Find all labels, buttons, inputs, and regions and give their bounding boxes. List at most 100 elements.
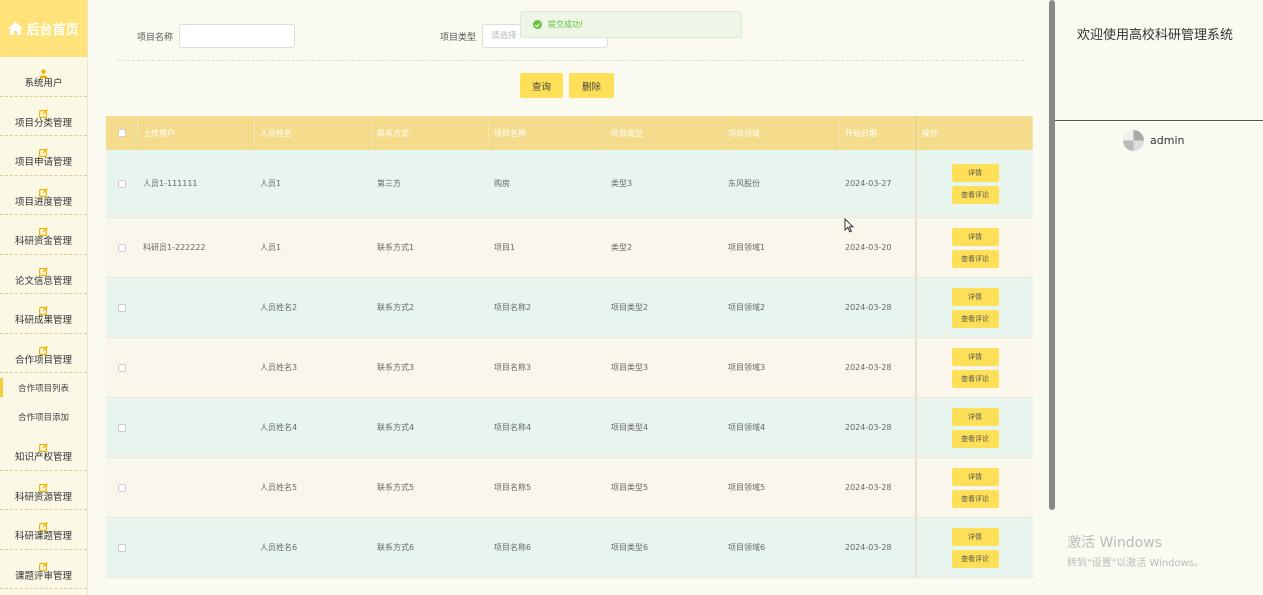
cell-upload-user: 科研员1-222222 [143,243,206,252]
header-project-field: 项目领域 [723,116,840,150]
view-comments-button[interactable]: 查看评论 [951,249,999,268]
row-checkbox[interactable] [118,179,126,188]
select-all-checkbox[interactable] [117,129,126,137]
cell-project-field: 项目领域2 [728,303,766,312]
cell-project-field: 项目领域5 [728,483,766,492]
row-select-cell [106,218,138,277]
row-actions: 详情 查看评论 [915,150,1033,217]
row-checkbox[interactable] [118,483,126,492]
sidebar-item[interactable]: 合作项目管理 [0,334,87,373]
user-info[interactable]: admin [1123,130,1184,151]
row-select-cell [106,150,138,217]
header-person-name: 人员姓名 [255,116,372,150]
sidebar-item[interactable]: 项目申请管理 [0,136,87,176]
sidebar-item[interactable]: 课题评审管理 [0,550,87,589]
view-comments-button[interactable]: 查看评论 [951,489,999,508]
edit-icon [39,300,48,316]
row-actions: 详情 查看评论 [915,518,1033,577]
cell-project-type: 项目类型2 [611,303,649,312]
cell-project-type: 类型3 [611,179,633,188]
row-checkbox[interactable] [118,423,126,432]
sidebar-item[interactable]: 科研课题管理 [0,510,87,550]
edit-icon [39,182,48,197]
edit-icon [39,340,48,355]
row-checkbox[interactable] [118,303,126,312]
cell-start-date: 2024-03-28 [845,363,892,372]
select-all-cell [106,116,138,150]
cell-project-field: 项目领域3 [728,363,766,372]
row-checkbox[interactable] [118,243,126,252]
sidebar-subitem[interactable]: 合作项目列表 [0,373,87,402]
row-checkbox[interactable] [118,543,126,552]
view-comments-button[interactable]: 查看评论 [951,549,999,568]
detail-button[interactable]: 详情 [951,287,999,306]
cell-start-date: 2024-03-28 [845,483,892,492]
delete-button[interactable]: 删除 [569,73,614,98]
sidebar-item[interactable]: 知识产权管理 [0,431,87,471]
detail-button[interactable]: 详情 [951,347,999,366]
project-name-input[interactable] [179,24,295,48]
success-icon [533,20,542,29]
cell-contact: 联系方式6 [377,543,415,552]
sidebar-item[interactable]: 论文信息管理 [0,255,87,294]
view-comments-button[interactable]: 查看评论 [951,185,999,204]
cell-contact: 第三方 [377,179,401,188]
sidebar-item[interactable]: 科研成果管理 [0,294,87,334]
sidebar-item[interactable]: 科研资金管理 [0,215,87,255]
cell-project-field: 东风股份 [728,179,760,188]
detail-button[interactable]: 详情 [951,407,999,426]
row-select-cell [106,398,138,457]
view-comments-button[interactable]: 查看评论 [951,309,999,328]
cell-contact: 联系方式2 [377,303,415,312]
cell-project-type: 类型2 [611,243,633,252]
sidebar-item[interactable]: 项目分类管理 [0,97,87,136]
cell-person-name: 人员姓名4 [260,423,298,432]
table-row: 科研员1-222222 人员1 联系方式1 项目1 类型2 项目领域1 2024-03-20… [106,218,1033,278]
sidebar-item-label: 课题评审管理 [14,570,72,582]
toast-text: 提交成功! [548,20,584,29]
header-upload-user: 上传用户 [138,116,255,150]
detail-button[interactable]: 详情 [951,163,999,182]
row-checkbox[interactable] [118,363,126,372]
sidebar-item-label: 论文信息管理 [14,275,72,287]
table-row: 人员姓名4 联系方式4 项目名称4 项目类型4 项目领域4 2024-03-28 详情 查看评… [106,398,1033,458]
right-panel: 欢迎使用高校科研管理系统 admin 激活 Windows 转到"设置"以激活 … [1055,0,1263,595]
sidebar-item-label: 合作项目管理 [14,354,72,366]
sidebar-item-label: 科研资源管理 [14,491,72,503]
row-actions: 详情 查看评论 [915,338,1033,397]
home-link[interactable]: 后台首页 [0,0,87,57]
welcome-text: 欢迎使用高校科研管理系统 [1077,28,1234,43]
sidebar-item[interactable]: 项目进度管理 [0,176,87,215]
cell-project-field: 项目领域6 [728,543,766,552]
detail-button[interactable]: 详情 [951,467,999,486]
detail-button[interactable]: 详情 [951,227,999,246]
row-actions: 详情 查看评论 [915,278,1033,337]
sidebar-item[interactable]: 系统用户 [0,57,87,97]
cell-upload-user [138,398,255,457]
cell-project-name: 项目名称3 [494,363,532,372]
watermark-subtitle: 转到"设置"以激活 Windows。 [1067,558,1205,569]
view-comments-button[interactable]: 查看评论 [951,369,999,388]
row-select-cell [106,518,138,577]
user-icon [39,63,48,79]
query-button[interactable]: 查询 [520,73,563,98]
username: admin [1150,134,1185,147]
sidebar-subitem[interactable]: 合作项目添加 [0,402,87,431]
view-comments-button[interactable]: 查看评论 [951,429,999,448]
cell-contact: 联系方式1 [377,243,415,252]
sidebar-item[interactable]: 科研资源管理 [0,471,87,510]
edit-icon [39,477,48,492]
sidebar-item-label: 项目进度管理 [14,196,72,208]
detail-button[interactable]: 详情 [951,527,999,546]
cell-upload-user [138,278,255,337]
project-table: 上传用户 人员姓名 联系方式 项目名称 项目类型 项目领域 开始日期 操作 人员… [106,116,1033,578]
table-row: 人员姓名2 联系方式2 项目名称2 项目类型2 项目领域2 2024-03-28 详情 查看评… [106,278,1033,338]
header-contact: 联系方式 [372,116,489,150]
cell-project-name: 项目名称6 [494,543,532,552]
main-content: 项目名称 项目类型 请选择 提交成功! 查询 删除 上传用户 人员姓名 联系方式… [89,0,1049,595]
cell-project-name: 项目名称4 [494,423,532,432]
cell-project-type: 项目类型4 [611,423,649,432]
cell-contact: 联系方式3 [377,363,415,372]
cell-person-name: 人员1 [260,179,282,188]
mouse-cursor-icon [844,218,854,233]
